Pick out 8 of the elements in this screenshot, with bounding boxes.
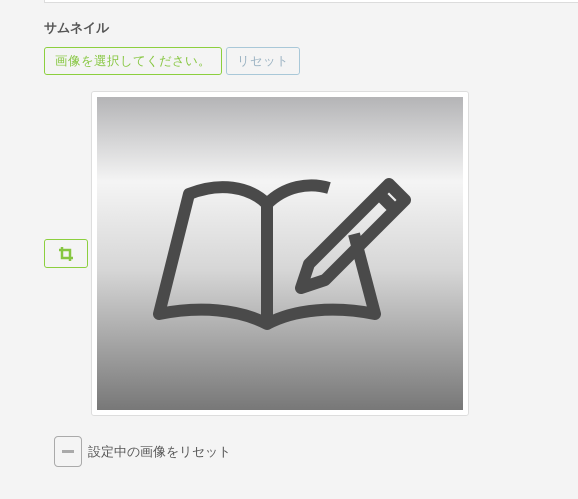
minus-icon [62,450,74,453]
crop-icon [59,246,73,260]
reset-button[interactable]: リセット [226,47,300,75]
section-title: サムネイル [44,20,110,38]
reset-toggle[interactable] [54,436,82,467]
crop-button[interactable] [44,239,88,268]
select-image-button[interactable]: 画像を選択してください。 [44,47,222,75]
reset-option-label: 設定中の画像をリセット [88,444,231,460]
